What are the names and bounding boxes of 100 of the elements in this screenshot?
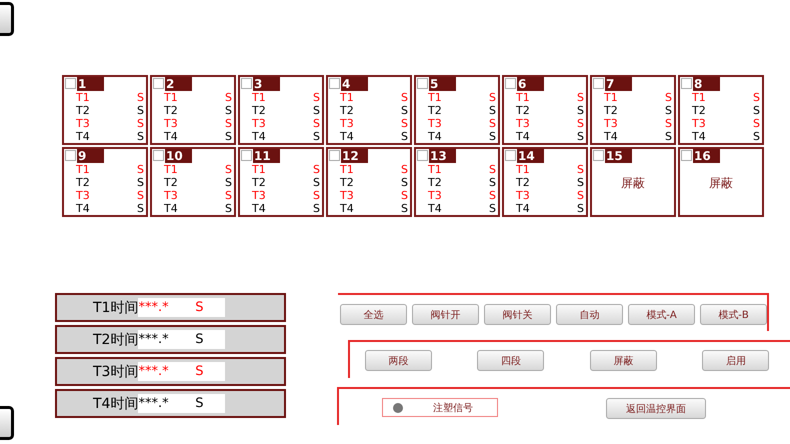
checkbox[interactable] xyxy=(593,150,604,161)
checkbox[interactable] xyxy=(329,78,340,89)
zone-label: T1 xyxy=(692,91,706,104)
time-field[interactable]: ***.* S xyxy=(138,362,226,381)
zone-label: T3 xyxy=(76,189,90,202)
zone-unit: S xyxy=(577,176,584,189)
zone-number: 9 xyxy=(77,149,104,163)
mode-button[interactable]: 模式-A xyxy=(628,304,695,325)
zone-unit: S xyxy=(313,91,320,104)
zone-number: 13 xyxy=(429,149,456,163)
zone-unit: S xyxy=(137,117,144,130)
checkbox[interactable] xyxy=(65,78,76,89)
zone-unit: S xyxy=(753,91,760,104)
return-button[interactable]: 返回温控界面 xyxy=(606,398,706,419)
zone-unit: S xyxy=(489,163,496,176)
zone-unit: S xyxy=(225,130,232,143)
stage-button[interactable]: 屏蔽 xyxy=(590,350,657,371)
zone-number: 3 xyxy=(253,77,280,91)
signal-label: 注塑信号 xyxy=(433,402,473,414)
stage-button[interactable]: 两段 xyxy=(364,350,432,371)
zone-label: T1 xyxy=(340,91,354,104)
zone-unit: S xyxy=(401,91,408,104)
time-label: T4时间 xyxy=(93,394,138,412)
zone-label: T4 xyxy=(428,202,442,215)
time-label: T2时间 xyxy=(93,330,138,348)
zone-label: T2 xyxy=(340,176,354,189)
mode-button[interactable]: 模式-B xyxy=(700,304,767,325)
time-field[interactable]: ***.* S xyxy=(138,330,226,349)
time-field[interactable]: ***.* S xyxy=(138,298,226,317)
checkbox[interactable] xyxy=(153,78,164,89)
checkbox[interactable] xyxy=(593,78,604,89)
zone-unit: S xyxy=(313,130,320,143)
zone-number: 5 xyxy=(429,77,456,91)
zone-unit: S xyxy=(313,189,320,202)
zone-unit: S xyxy=(225,176,232,189)
checkbox[interactable] xyxy=(329,150,340,161)
zone-unit: S xyxy=(401,163,408,176)
zone-unit: S xyxy=(577,163,584,176)
zone-label: T2 xyxy=(164,176,178,189)
zone-label: T1 xyxy=(164,91,178,104)
zone-unit: S xyxy=(489,189,496,202)
stage-button[interactable]: 四段 xyxy=(477,350,544,371)
zone-unit: S xyxy=(401,202,408,215)
mode-button[interactable]: 全选 xyxy=(340,304,407,325)
zone-label: T3 xyxy=(516,189,530,202)
zone-label: T1 xyxy=(164,163,178,176)
zone-unit: S xyxy=(753,130,760,143)
checkbox[interactable] xyxy=(65,150,76,161)
zone-label: T2 xyxy=(252,176,266,189)
zone-label: T1 xyxy=(340,163,354,176)
zone-number: 10 xyxy=(165,149,192,163)
zone-unit: S xyxy=(577,189,584,202)
zone-label: T2 xyxy=(76,176,90,189)
zone-label: T3 xyxy=(164,189,178,202)
checkbox[interactable] xyxy=(505,150,516,161)
zone-label: T4 xyxy=(164,130,178,143)
zone-unit: S xyxy=(665,91,672,104)
zone-unit: S xyxy=(313,117,320,130)
zone-unit: S xyxy=(313,202,320,215)
checkbox[interactable] xyxy=(153,150,164,161)
zone-unit: S xyxy=(401,130,408,143)
zone-number: 11 xyxy=(253,149,280,163)
zone-unit: S xyxy=(577,91,584,104)
checkbox[interactable] xyxy=(241,150,252,161)
zone-label: T2 xyxy=(428,176,442,189)
zone-label: T2 xyxy=(164,104,178,117)
zone-label: T1 xyxy=(76,163,90,176)
zone-label: T3 xyxy=(516,117,530,130)
time-field[interactable]: ***.* S xyxy=(138,394,226,413)
zone-unit: S xyxy=(137,202,144,215)
zone-label: T4 xyxy=(604,130,618,143)
zone-label: T3 xyxy=(76,117,90,130)
zone-label: T4 xyxy=(252,202,266,215)
checkbox[interactable] xyxy=(241,78,252,89)
checkbox[interactable] xyxy=(417,78,428,89)
zone-unit: S xyxy=(753,104,760,117)
checkbox[interactable] xyxy=(505,78,516,89)
zone-label: T3 xyxy=(604,117,618,130)
zone-label: T3 xyxy=(428,189,442,202)
mode-button[interactable]: 阀针关 xyxy=(484,304,551,325)
zone-unit: S xyxy=(577,104,584,117)
checkbox[interactable] xyxy=(417,150,428,161)
checkbox[interactable] xyxy=(681,78,692,89)
zone-label: T1 xyxy=(428,163,442,176)
zone-label: T2 xyxy=(516,176,530,189)
mode-button[interactable]: 自动 xyxy=(556,304,623,325)
zone-number: 15 xyxy=(605,149,632,163)
zone-number: 16 xyxy=(693,149,720,163)
zone-unit: S xyxy=(665,130,672,143)
zone-label: T3 xyxy=(252,117,266,130)
zone-unit: S xyxy=(313,176,320,189)
zone-label: T4 xyxy=(164,202,178,215)
zone-label: T4 xyxy=(340,202,354,215)
mode-button[interactable]: 阀针开 xyxy=(412,304,479,325)
zone-label: T1 xyxy=(76,91,90,104)
checkbox[interactable] xyxy=(681,150,692,161)
stage-button[interactable]: 启用 xyxy=(702,350,770,371)
zone-unit: S xyxy=(665,104,672,117)
zone-unit: S xyxy=(489,104,496,117)
zone-unit: S xyxy=(137,189,144,202)
